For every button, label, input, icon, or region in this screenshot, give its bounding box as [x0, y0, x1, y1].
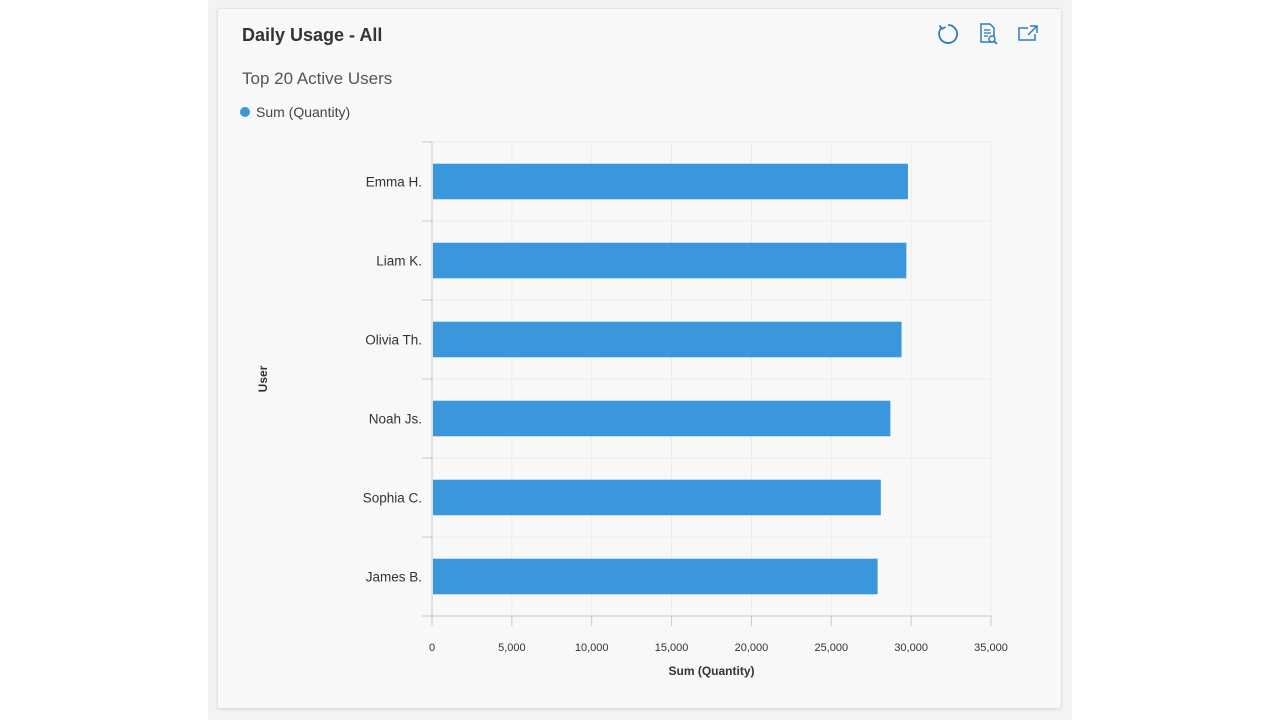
x-tick-label: 5,000: [498, 642, 526, 654]
y-axis-title: User: [256, 365, 270, 392]
y-tick-label: James B.: [366, 570, 422, 585]
x-tick-label: 0: [429, 642, 435, 654]
bar: [433, 479, 881, 516]
x-tick-label: 25,000: [814, 642, 848, 654]
bar: [433, 163, 908, 200]
x-tick-label: 10,000: [575, 642, 609, 654]
x-tick-label: 35,000: [974, 642, 1008, 654]
x-tick-label: 30,000: [894, 642, 928, 654]
y-tick-label: Emma H.: [366, 175, 422, 190]
x-axis-title: Sum (Quantity): [669, 664, 755, 678]
bar: [433, 558, 878, 595]
x-tick-label: 20,000: [735, 642, 769, 654]
bar: [433, 321, 902, 358]
y-tick-label: Olivia Th.: [365, 333, 422, 348]
y-tick-label: Liam K.: [376, 254, 422, 269]
bar: [433, 242, 907, 279]
y-tick-label: Noah Js.: [369, 412, 422, 427]
x-tick-label: 15,000: [655, 642, 689, 654]
bar-chart: Emma H. Liam K. Olivia Th. Noah Js. Sophia C…: [256, 141, 1008, 678]
bar: [433, 400, 891, 437]
y-tick-label: Sophia C.: [363, 491, 422, 506]
